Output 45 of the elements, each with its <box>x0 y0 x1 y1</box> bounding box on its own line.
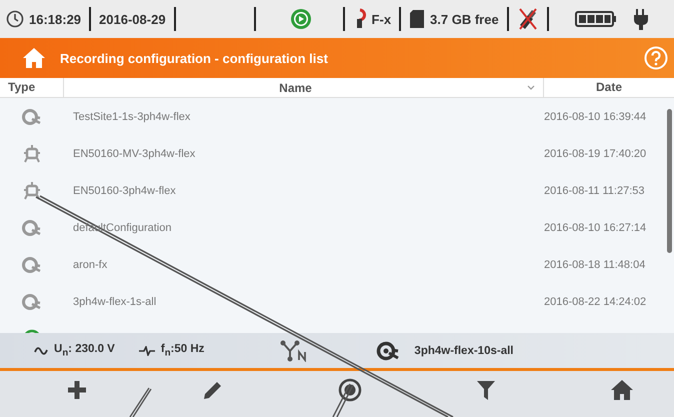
robot-icon <box>24 182 40 200</box>
wrench-gear-icon <box>22 294 42 310</box>
config-date: 2016-08-18 11:48:04 <box>543 258 646 270</box>
config-name[interactable]: 3ph4w-flex-1s-all <box>64 296 543 308</box>
pencil-icon[interactable] <box>202 379 224 401</box>
active-config-name: 3ph4w-flex-10s-all <box>414 344 514 356</box>
config-name[interactable]: EN50160-3ph4w-flex <box>64 184 543 196</box>
add-icon[interactable] <box>66 379 88 401</box>
sort-chevron-icon[interactable] <box>527 84 535 90</box>
config-name[interactable]: aron-fx <box>64 258 543 270</box>
config-name[interactable]: EN50160-MV-3ph4w-flex <box>64 148 543 160</box>
home-icon[interactable] <box>610 379 634 401</box>
column-header[interactable]: Date <box>543 78 674 97</box>
config-date: 2016-08-10 16:39:44 <box>543 110 648 122</box>
storage-text: 3.7 GB free <box>430 12 499 26</box>
sine-wave-icon <box>34 346 48 354</box>
config-date: 2016-08-22 14:24:02 <box>543 296 648 308</box>
wrench-gear-icon <box>376 340 400 360</box>
play-icon[interactable] <box>290 8 312 30</box>
battery-icon <box>574 10 617 28</box>
date-text: 2016-08-29 <box>99 12 166 26</box>
scrollbar[interactable] <box>667 109 672 253</box>
wrench-gear-icon <box>22 256 42 272</box>
plug-icon <box>634 8 648 30</box>
config-date: 2016-08-19 17:40:20 <box>543 148 648 160</box>
robot-icon <box>24 144 40 162</box>
filter-icon[interactable] <box>476 379 496 401</box>
wrench-gear-icon <box>22 108 42 124</box>
usb-disconnected-icon <box>516 7 539 31</box>
column-header[interactable]: Name <box>64 80 527 94</box>
nominal-frequency: f$_{n}$:50 Hz <box>160 342 204 358</box>
time-text: 16:18:29 <box>29 12 82 26</box>
nominal-voltage: U$_{n}$: 230.0 V <box>54 342 115 358</box>
pulse-icon <box>138 346 155 356</box>
config-date: 2016-08-11 11:27:53 <box>543 184 646 196</box>
wrench-gear-icon <box>22 220 42 236</box>
record-icon[interactable] <box>338 378 362 402</box>
column-header[interactable]: Type <box>0 78 64 97</box>
window-title: Recording configuration - configuration list <box>60 50 329 66</box>
config-name[interactable]: TestSite1-1s-3ph4w-flex <box>64 110 543 122</box>
clamp-type-text: F-x <box>372 12 392 26</box>
clock-icon <box>6 10 24 28</box>
sd-card-icon <box>409 9 426 29</box>
network-type-icon <box>280 340 308 362</box>
config-date: 2016-08-10 16:27:14 <box>543 222 648 234</box>
